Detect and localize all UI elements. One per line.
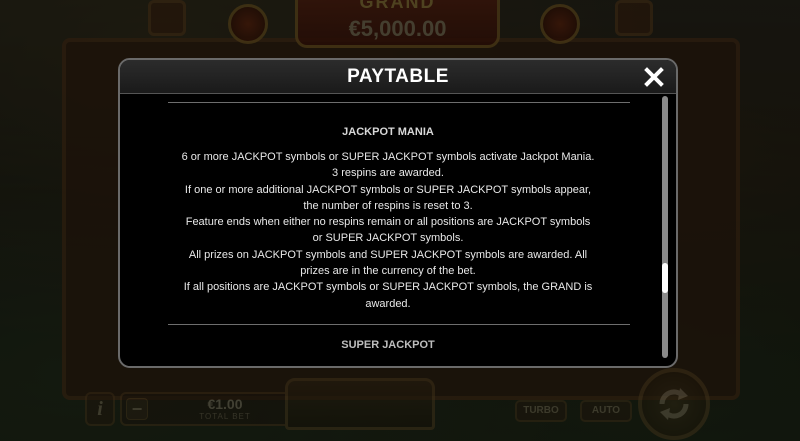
description-line: prizes are in the currency of the bet. [300, 265, 476, 278]
description-line: or SUPER JACKPOT symbols. [312, 232, 464, 245]
description-line: Feature ends when either no respins rema… [185, 216, 591, 229]
paytable-modal: PAYTABLE JACKPOT MANIA 6 or more JACKPOT… [118, 58, 678, 368]
description-line: All prizes on JACKPOT symbols and SUPER … [188, 248, 588, 261]
scrollbar-thumb[interactable] [662, 263, 668, 293]
description-line: 6 or more JACKPOT symbols or SUPER JACKP… [181, 151, 595, 163]
section-title-super-jackpot: SUPER JACKPOT [341, 339, 435, 351]
close-icon [644, 67, 664, 87]
section-divider [168, 324, 630, 325]
section-divider [168, 102, 630, 103]
description-line: 3 respins are awarded. [332, 167, 444, 180]
description-line: awarded. [365, 297, 411, 310]
paytable-content[interactable]: JACKPOT MANIA 6 or more JACKPOT symbols … [120, 94, 676, 366]
jackpot-mania-description: 6 or more JACKPOT symbols or SUPER JACKP… [150, 149, 626, 312]
description-line: If one or more additional JACKPOT symbol… [184, 183, 592, 196]
description-line: If all positions are JACKPOT symbols or … [183, 281, 593, 294]
close-button[interactable] [642, 65, 666, 89]
section-title-jackpot-mania: JACKPOT MANIA [342, 126, 434, 138]
modal-header: PAYTABLE [120, 60, 676, 94]
description-line: the number of respins is reset to 3. [303, 199, 473, 212]
scrollbar-track[interactable] [662, 96, 668, 358]
modal-title: PAYTABLE [347, 66, 449, 87]
